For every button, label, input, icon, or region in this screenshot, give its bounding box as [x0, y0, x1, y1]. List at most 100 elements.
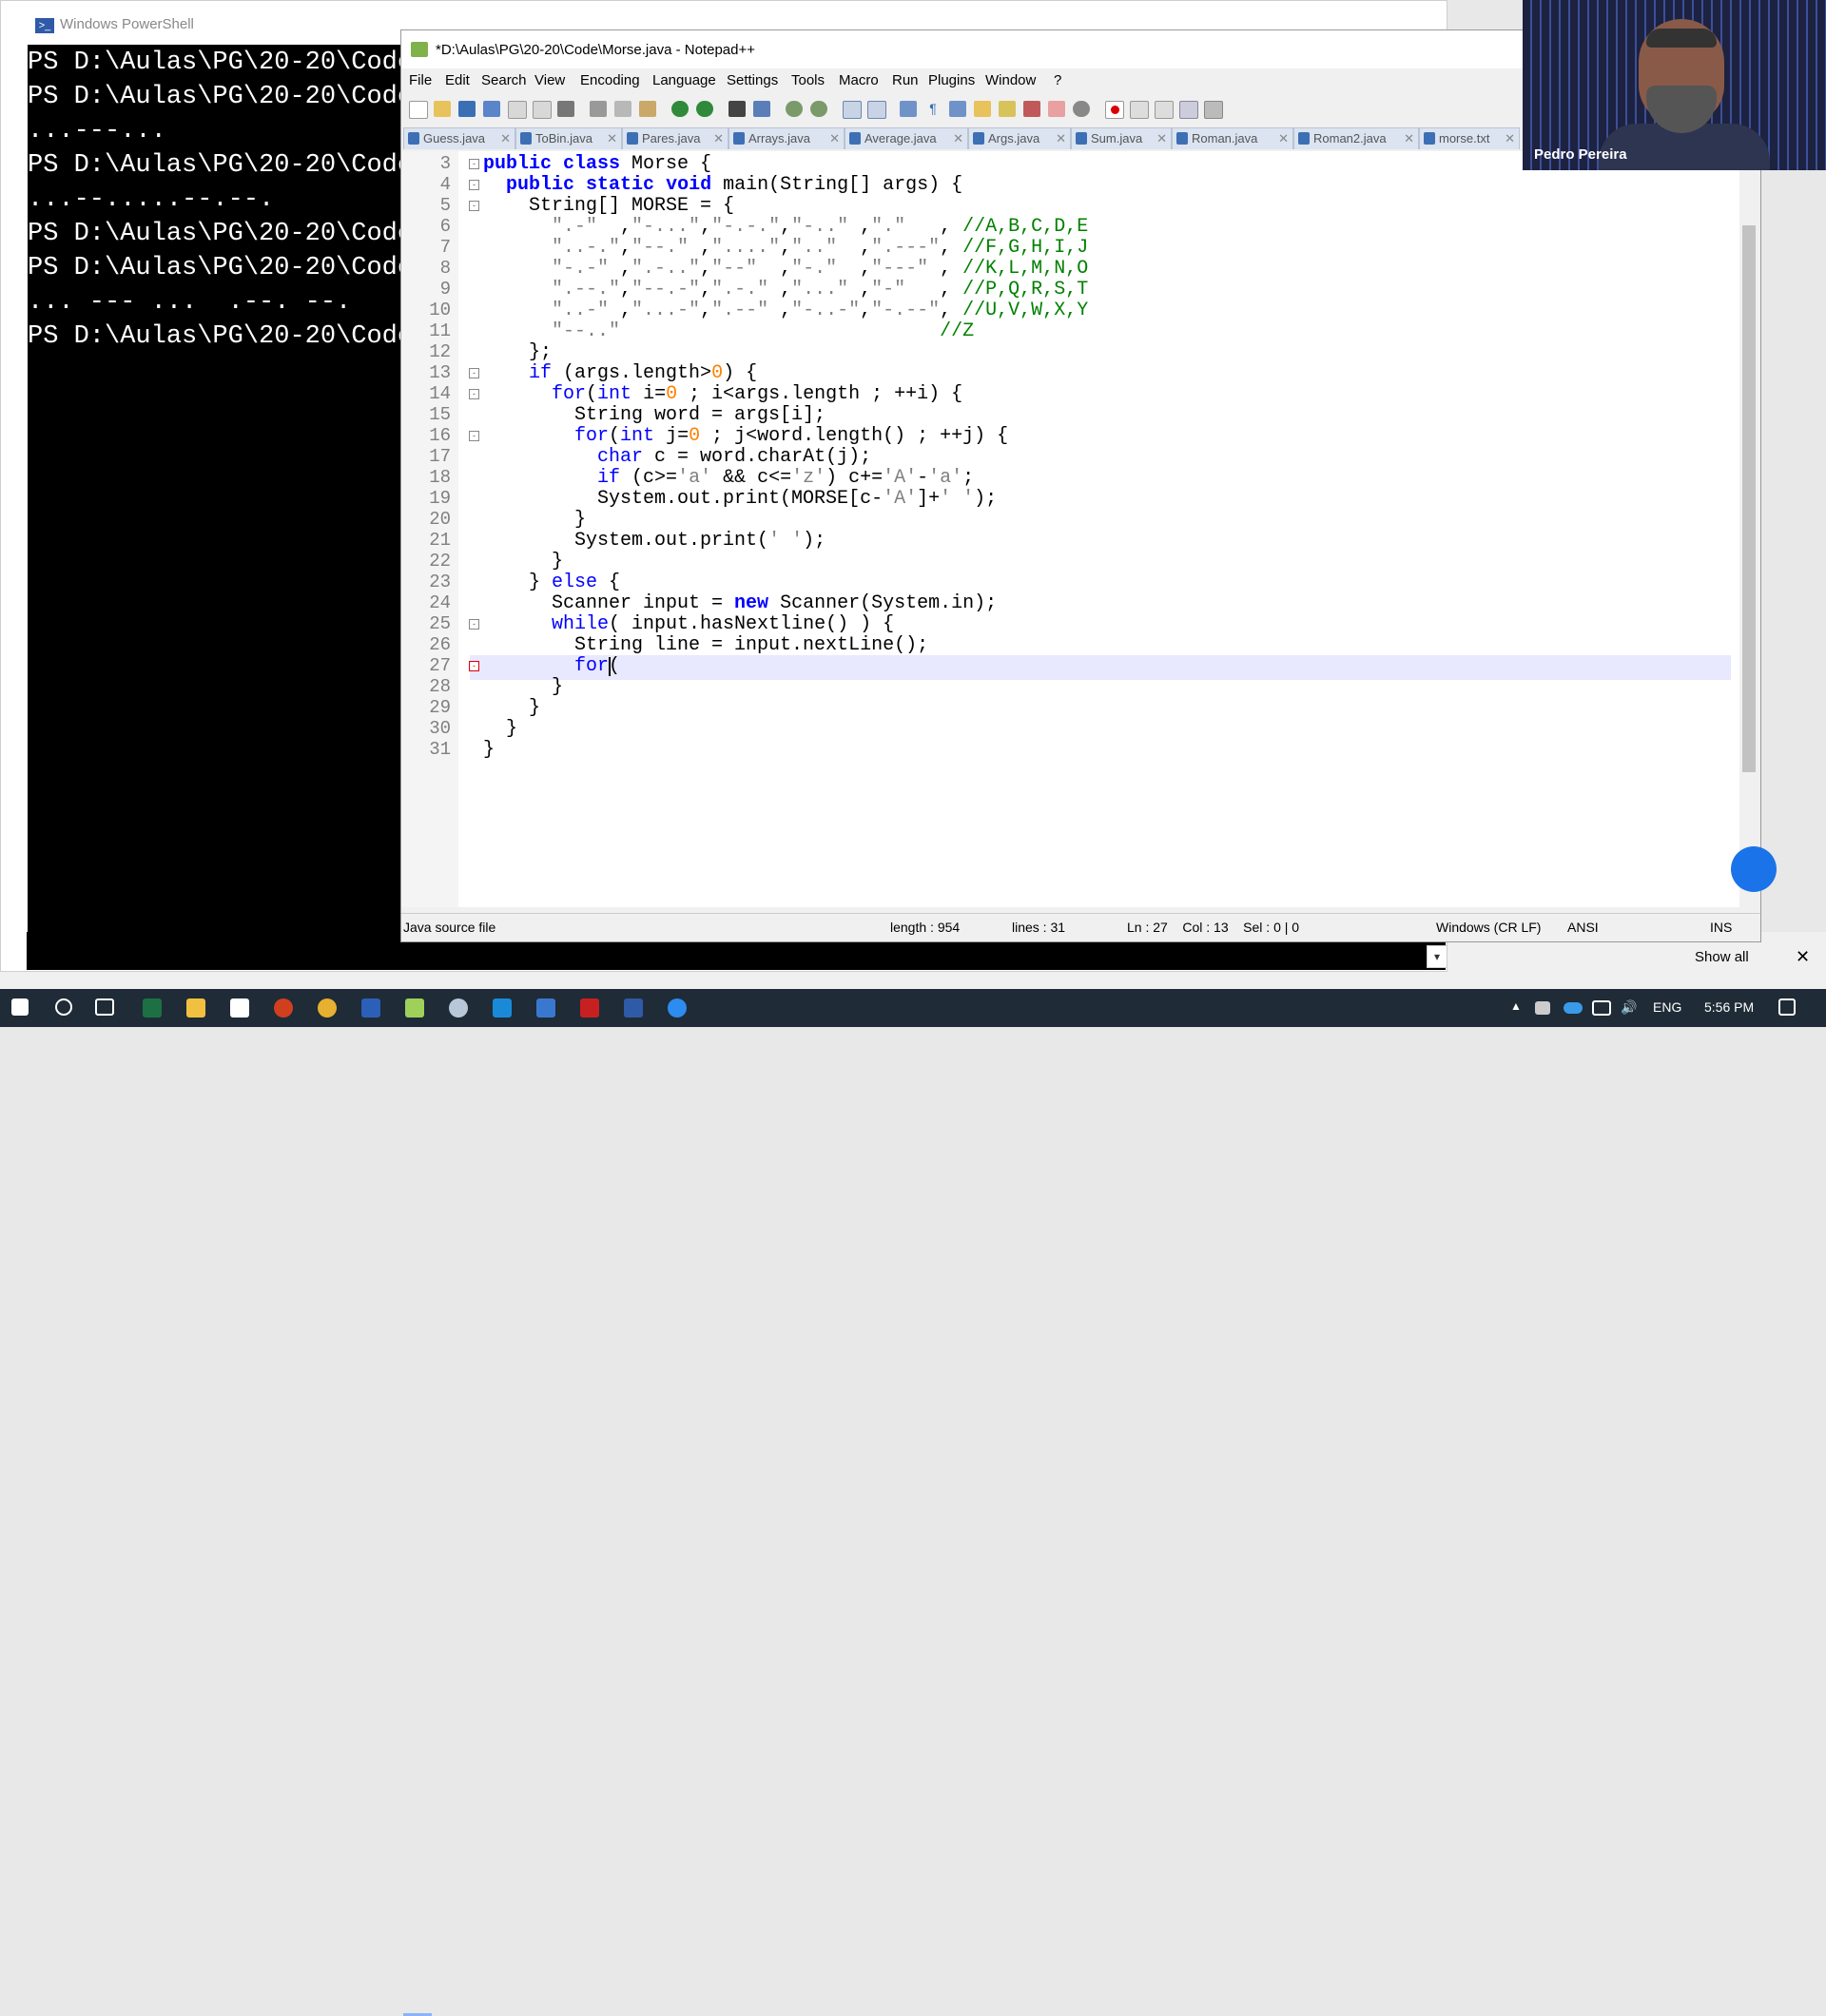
- tab-roman-java[interactable]: Roman.java ✕: [1172, 127, 1293, 149]
- paste-icon[interactable]: [639, 101, 656, 117]
- powershell-console[interactable]: PS D:\Aulas\PG\20-20\Code PS D:\Aulas\PG…: [28, 45, 408, 969]
- save-icon[interactable]: [458, 101, 476, 117]
- chrome-icon[interactable]: [318, 998, 337, 1018]
- document-map-icon[interactable]: [999, 101, 1016, 117]
- word-wrap-icon[interactable]: [900, 101, 917, 117]
- show-all-chars-icon[interactable]: ¶: [924, 101, 942, 117]
- close-tab-icon[interactable]: ✕: [1278, 128, 1289, 149]
- close-tab-icon[interactable]: ✕: [1404, 128, 1414, 149]
- sync-vertical-icon[interactable]: [843, 101, 862, 119]
- search-icon[interactable]: [55, 998, 72, 1016]
- new-file-icon[interactable]: [409, 101, 428, 119]
- fold-toggle-icon[interactable]: -: [469, 368, 479, 378]
- menu-macro[interactable]: Macro: [839, 72, 879, 88]
- tab-arrays-java[interactable]: Arrays.java ✕: [728, 127, 845, 149]
- menu-language[interactable]: Language: [652, 72, 716, 88]
- fold-toggle-icon[interactable]: -: [469, 180, 479, 190]
- calendar-icon[interactable]: [536, 998, 555, 1018]
- close-tab-icon[interactable]: ✕: [953, 128, 963, 149]
- menu-file[interactable]: File: [409, 72, 432, 88]
- close-tab-icon[interactable]: ✕: [1505, 128, 1515, 149]
- close-icon[interactable]: ✕: [1796, 947, 1810, 967]
- menu-view[interactable]: View: [534, 72, 565, 88]
- copy-icon[interactable]: [614, 101, 631, 117]
- menu-edit[interactable]: Edit: [445, 72, 470, 88]
- user-language-icon[interactable]: [974, 101, 991, 117]
- zoom-in-icon[interactable]: [786, 101, 803, 117]
- close-tab-icon[interactable]: ✕: [1056, 128, 1066, 149]
- close-tab-icon[interactable]: ✕: [1156, 128, 1167, 149]
- excel-icon[interactable]: [143, 998, 162, 1018]
- undo-icon[interactable]: [671, 101, 689, 117]
- tab-args-java[interactable]: Args.java ✕: [968, 127, 1071, 149]
- tab-tobin-java[interactable]: ToBin.java ✕: [515, 127, 622, 149]
- scrollbar-thumb[interactable]: [1742, 225, 1756, 772]
- function-list-icon[interactable]: [1023, 101, 1040, 117]
- tab-sum-java[interactable]: Sum.java ✕: [1071, 127, 1172, 149]
- menu-encoding[interactable]: Encoding: [580, 72, 640, 88]
- menu-help[interactable]: ?: [1054, 72, 1061, 88]
- menu-search[interactable]: Search: [481, 72, 527, 88]
- network-icon[interactable]: [1592, 1000, 1611, 1016]
- monitoring-icon[interactable]: [1073, 101, 1090, 117]
- indent-guide-icon[interactable]: [949, 101, 966, 117]
- close-tab-icon[interactable]: ✕: [713, 128, 724, 149]
- close-tab-icon[interactable]: ✕: [500, 128, 511, 149]
- menu-settings[interactable]: Settings: [727, 72, 778, 88]
- fold-toggle-icon[interactable]: -: [469, 431, 479, 441]
- menu-run[interactable]: Run: [892, 72, 919, 88]
- onedrive-icon[interactable]: [1564, 1002, 1583, 1014]
- fold-toggle-icon[interactable]: -: [469, 201, 479, 211]
- settings-gear-icon[interactable]: [449, 998, 468, 1018]
- folder-workspace-icon[interactable]: [1048, 101, 1065, 117]
- word-icon[interactable]: [361, 998, 380, 1018]
- tab-pares-java[interactable]: Pares.java ✕: [622, 127, 728, 149]
- menu-tools[interactable]: Tools: [791, 72, 825, 88]
- file-explorer-icon[interactable]: [186, 998, 205, 1018]
- chevron-down-icon[interactable]: ▾: [1427, 945, 1447, 968]
- clock[interactable]: 5:56 PM: [1704, 999, 1754, 1015]
- menu-window[interactable]: Window: [985, 72, 1036, 88]
- close-file-icon[interactable]: [508, 101, 527, 119]
- record-macro-icon[interactable]: [1105, 101, 1124, 119]
- battery-icon[interactable]: [1535, 1001, 1550, 1015]
- zoom-icon[interactable]: [668, 998, 687, 1018]
- find-icon[interactable]: [728, 101, 746, 117]
- language-indicator[interactable]: ENG: [1653, 999, 1681, 1015]
- windows-start-icon[interactable]: [11, 998, 29, 1016]
- chat-bubble-icon[interactable]: [1731, 846, 1777, 892]
- zoom-out-icon[interactable]: [810, 101, 827, 117]
- cut-icon[interactable]: [590, 101, 607, 117]
- notepadpp-taskbar-icon[interactable]: [405, 998, 424, 1018]
- fold-toggle-icon[interactable]: -: [469, 159, 479, 169]
- close-tab-icon[interactable]: ✕: [607, 128, 617, 149]
- fold-toggle-icon[interactable]: -: [469, 619, 479, 630]
- run-macro-multiple-icon[interactable]: [1179, 101, 1198, 119]
- save-all-icon[interactable]: [483, 101, 500, 117]
- show-all-button[interactable]: Show all: [1695, 949, 1749, 965]
- replace-icon[interactable]: [753, 101, 770, 117]
- mail-icon[interactable]: [493, 998, 512, 1018]
- close-all-icon[interactable]: [533, 101, 552, 119]
- save-macro-icon[interactable]: [1204, 101, 1223, 119]
- powerpoint-icon[interactable]: [274, 998, 293, 1018]
- acrobat-icon[interactable]: [580, 998, 599, 1018]
- store-icon[interactable]: [230, 998, 249, 1018]
- tab-guess-java[interactable]: Guess.java ✕: [403, 127, 515, 149]
- redo-icon[interactable]: [696, 101, 713, 117]
- task-view-icon[interactable]: [95, 998, 114, 1016]
- play-macro-icon[interactable]: [1155, 101, 1174, 119]
- tab-average-java[interactable]: Average.java ✕: [845, 127, 968, 149]
- close-tab-icon[interactable]: ✕: [829, 128, 840, 149]
- fold-toggle-icon[interactable]: -: [469, 389, 479, 399]
- open-folder-icon[interactable]: [434, 101, 451, 117]
- tab-morse-txt[interactable]: morse.txt ✕: [1419, 127, 1520, 149]
- sync-horizontal-icon[interactable]: [867, 101, 886, 119]
- volume-icon[interactable]: 🔊: [1621, 999, 1637, 1016]
- stop-macro-icon[interactable]: [1130, 101, 1149, 119]
- menu-plugins[interactable]: Plugins: [928, 72, 975, 88]
- powershell-taskbar-icon[interactable]: [624, 998, 643, 1018]
- code-editor[interactable]: 3- public class Morse {4- public static v…: [401, 151, 1739, 907]
- chevron-up-icon[interactable]: ▲: [1510, 999, 1522, 1013]
- print-icon[interactable]: [557, 101, 574, 117]
